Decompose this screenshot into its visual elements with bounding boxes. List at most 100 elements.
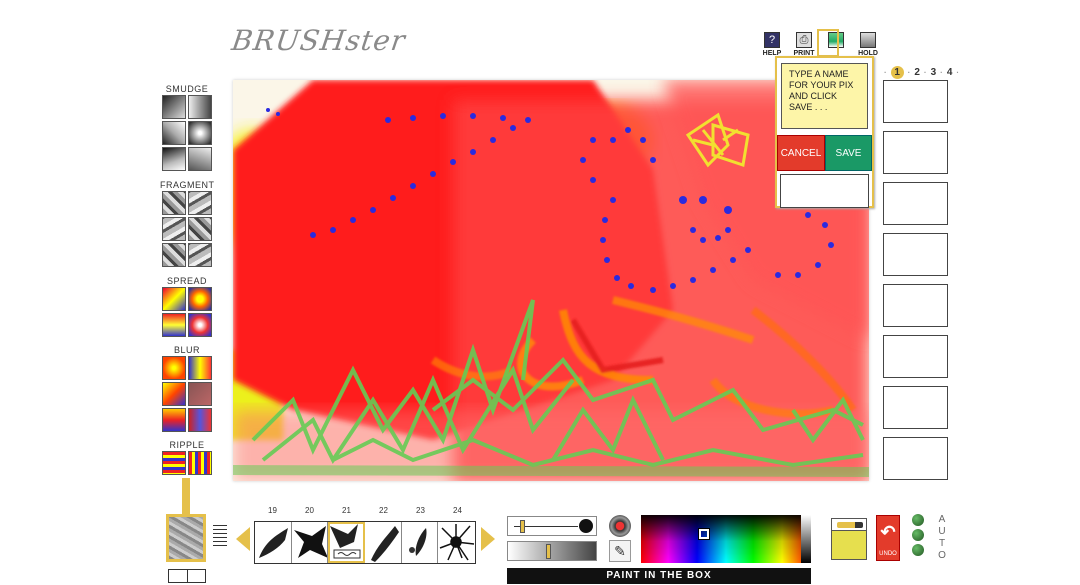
ripple-tool-2[interactable]: [188, 451, 212, 475]
gallery-page-tabs: · 1 · 2 · 3 · 4 ·: [884, 66, 960, 79]
brushster-app: BRUSHster SMUDGE FRAGMENT SPREAD BLUR RI…: [0, 0, 1080, 585]
fragment-tool-5[interactable]: [162, 243, 186, 267]
blur-tool-5[interactable]: [162, 408, 186, 432]
spread-tool-3[interactable]: [162, 313, 186, 337]
opacity-knob[interactable]: [546, 544, 551, 559]
hold-button[interactable]: HOLD: [854, 32, 882, 57]
fragment-tool-group: FRAGMENT: [160, 179, 214, 267]
blur-tool-group: BLUR: [160, 344, 214, 432]
brush-preview: [166, 514, 206, 562]
gallery-page-1[interactable]: 1: [890, 66, 904, 79]
blur-tool-3[interactable]: [162, 382, 186, 406]
spread-label: SPREAD: [166, 276, 207, 286]
blur-tool-4[interactable]: [188, 382, 212, 406]
blur-tool-1[interactable]: [162, 356, 186, 380]
smudge-tool-group: SMUDGE: [160, 83, 214, 171]
smudge-tool-1[interactable]: [162, 95, 186, 119]
auto-controls: [912, 514, 930, 559]
brush-next-arrow-icon[interactable]: [481, 527, 495, 551]
gallery-slot[interactable]: [883, 386, 948, 429]
fragment-tool-2[interactable]: [188, 191, 212, 215]
ripple-tool-1[interactable]: [162, 451, 186, 475]
undo-label: UNDO: [879, 551, 897, 557]
fragment-label: FRAGMENT: [160, 180, 215, 190]
gallery-slot[interactable]: [883, 131, 948, 174]
ripple-tool-group: RIPPLE: [160, 439, 214, 475]
brush-list-icon[interactable]: [213, 525, 227, 547]
brush-21-icon: [330, 524, 361, 559]
painting-canvas[interactable]: [233, 80, 869, 481]
gallery-slot[interactable]: [883, 233, 948, 276]
fragment-tool-6[interactable]: [188, 243, 212, 267]
cancel-button[interactable]: CANCEL: [777, 135, 825, 171]
blur-tool-6[interactable]: [188, 408, 212, 432]
undo-button[interactable]: ↶ UNDO: [876, 515, 900, 561]
brush-size-slider[interactable]: [507, 516, 597, 536]
target-icon[interactable]: [609, 515, 631, 537]
brush-19-icon: [259, 528, 288, 558]
current-color-swatch[interactable]: [831, 518, 867, 560]
brush-size-knob[interactable]: [520, 520, 525, 533]
grayscale-strip[interactable]: [801, 515, 811, 563]
smudge-tool-2[interactable]: [188, 95, 212, 119]
smudge-tool-3[interactable]: [162, 121, 186, 145]
brush-number: 23: [416, 506, 425, 515]
brush-24-icon: [440, 524, 475, 561]
brush-option-24[interactable]: [438, 522, 476, 563]
smudge-tool-5[interactable]: [162, 147, 186, 171]
eyedropper-icon[interactable]: ✎: [609, 540, 631, 562]
save-button[interactable]: SAVE: [825, 135, 872, 171]
save-picture-highlight: [817, 29, 839, 57]
ripple-label: RIPPLE: [169, 440, 205, 450]
brush-prev-arrow-icon[interactable]: [236, 527, 250, 551]
gallery-page-3[interactable]: 3: [931, 67, 937, 78]
brush-22-icon: [371, 526, 400, 562]
smudge-tool-6[interactable]: [188, 147, 212, 171]
brush-23-icon: [408, 528, 427, 556]
brush-preview-stem: [182, 478, 190, 516]
brush-selector: 19 20 21 22 23 24: [254, 506, 476, 564]
spread-tool-2[interactable]: [188, 287, 212, 311]
app-logo: BRUSHster: [229, 24, 408, 57]
gallery-page-2[interactable]: 2: [914, 67, 920, 78]
opacity-slider[interactable]: [507, 541, 597, 561]
gallery-slot[interactable]: [883, 335, 948, 378]
print-button[interactable]: ⎙ PRINT: [790, 32, 818, 57]
auto-button-2[interactable]: [912, 529, 924, 541]
blur-tool-2[interactable]: [188, 356, 212, 380]
save-prompt-text: TYPE A NAME FOR YOUR PIX AND CLICK SAVE …: [781, 63, 868, 129]
blur-label: BLUR: [173, 345, 200, 355]
hold-icon: [860, 32, 876, 48]
gallery-slot[interactable]: [883, 182, 948, 225]
brush-option-23[interactable]: [401, 522, 439, 563]
brush-option-22[interactable]: [365, 522, 402, 563]
brush-option-20[interactable]: [291, 522, 329, 563]
brush-number: 19: [268, 506, 277, 515]
brush-number: 20: [305, 506, 314, 515]
mini-toggle-left[interactable]: [168, 569, 188, 583]
gallery-page-4[interactable]: 4: [947, 67, 953, 78]
painting-artwork: [233, 80, 869, 481]
spread-tool-4[interactable]: [188, 313, 212, 337]
fragment-tool-4[interactable]: [188, 217, 212, 241]
brush-number: 22: [379, 506, 388, 515]
gallery-slot[interactable]: [883, 437, 948, 480]
gallery-slot[interactable]: [883, 284, 948, 327]
auto-label: A U T O: [938, 514, 946, 561]
pen-icon: [837, 522, 863, 528]
color-palette[interactable]: [641, 515, 811, 563]
fragment-tool-3[interactable]: [162, 217, 186, 241]
status-bar: PAINT IN THE BOX: [507, 568, 811, 584]
spread-tool-group: SPREAD: [160, 275, 214, 337]
brush-option-21[interactable]: [328, 522, 366, 563]
fragment-tool-1[interactable]: [162, 191, 186, 215]
auto-button-3[interactable]: [912, 544, 924, 556]
gallery-slot[interactable]: [883, 80, 948, 123]
mini-toggle-right[interactable]: [187, 569, 206, 583]
brush-option-19[interactable]: [255, 522, 292, 563]
help-button[interactable]: ? HELP: [758, 32, 786, 57]
spread-tool-1[interactable]: [162, 287, 186, 311]
smudge-tool-4[interactable]: [188, 121, 212, 145]
auto-button-1[interactable]: [912, 514, 924, 526]
picture-name-input[interactable]: [780, 174, 869, 208]
